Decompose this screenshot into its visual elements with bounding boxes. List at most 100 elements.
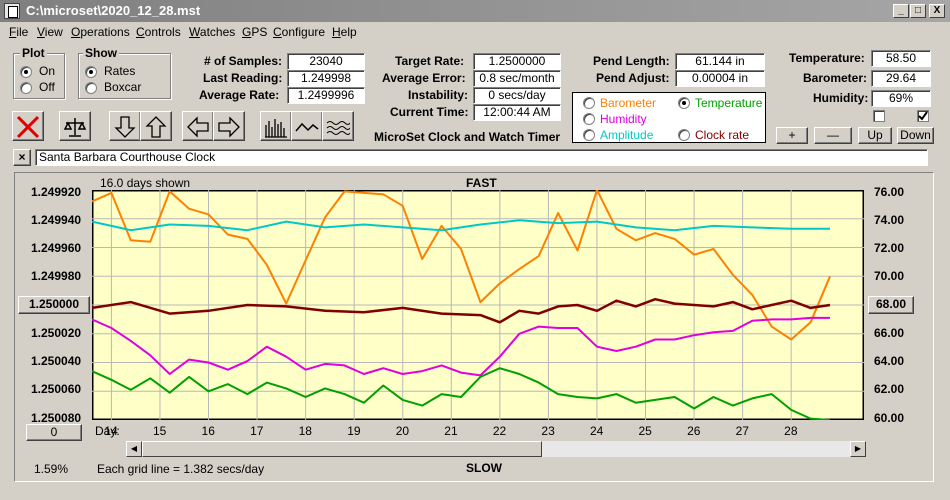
plot-group-title: Plot xyxy=(20,46,47,60)
barometer-option: Barometer xyxy=(600,96,657,110)
stop-button[interactable] xyxy=(12,111,44,141)
temperature-option: Temperature xyxy=(695,96,763,110)
menu-view[interactable]: View xyxy=(37,25,63,39)
checkbox-left[interactable] xyxy=(873,110,885,122)
right-tick-0: 76.00 xyxy=(874,185,905,199)
menu-gps[interactable]: GPS xyxy=(242,25,267,39)
right-tick-7: 62.00 xyxy=(874,382,905,396)
scroll-up-button[interactable] xyxy=(140,111,172,141)
plus-button[interactable]: + xyxy=(776,127,808,144)
maximize-button[interactable]: □ xyxy=(910,4,926,18)
menu-file[interactable]: File xyxy=(9,25,28,39)
horizontal-scrollbar[interactable]: ◀ ▶ xyxy=(126,441,866,457)
day-tick-26: 26 xyxy=(687,424,701,438)
day-tick-18: 18 xyxy=(298,424,312,438)
checkmark-icon xyxy=(918,111,928,121)
humidity-option: Humidity xyxy=(600,112,647,126)
temperature-radio[interactable] xyxy=(678,97,690,109)
menu-controls[interactable]: Controls xyxy=(136,25,181,39)
menu-watches[interactable]: Watches xyxy=(189,25,235,39)
zero-button[interactable]: 0 xyxy=(26,424,82,441)
left-tick-1: 1.249940 xyxy=(31,213,82,227)
scroll-right-arrow[interactable]: ▶ xyxy=(850,441,866,457)
last-reading-field: 1.249998 xyxy=(287,70,365,87)
left-tick-6: 1.250040 xyxy=(31,354,82,368)
current-time-label: Current Time: xyxy=(390,105,469,119)
left-tick-2: 1.249960 xyxy=(31,241,82,255)
percent-label: 1.59% xyxy=(34,462,69,476)
day-tick-22: 22 xyxy=(492,424,507,438)
day-tick-21: 21 xyxy=(444,424,458,438)
bar-graph-icon xyxy=(265,119,287,138)
clear-name-button[interactable]: × xyxy=(13,149,31,166)
pend-adjust-field[interactable]: 0.00004 in xyxy=(675,70,765,87)
target-rate-field[interactable]: 1.2500000 xyxy=(473,53,561,70)
day-tick-16: 16 xyxy=(201,424,215,438)
plot-on-label: On xyxy=(39,64,56,78)
plot-off-radio[interactable] xyxy=(20,82,32,94)
average-rate-label: Average Rate: xyxy=(199,88,280,102)
scroll-left-arrow[interactable]: ◀ xyxy=(126,441,142,457)
slow-label: SLOW xyxy=(466,461,502,475)
app-caption: MicroSet Clock and Watch Timer xyxy=(374,130,561,144)
day-tick-15: 15 xyxy=(152,424,167,438)
average-rate-field: 1.2499996 xyxy=(287,87,365,104)
day-tick-19: 19 xyxy=(347,424,361,438)
scale-icon xyxy=(63,118,87,137)
pend-length-label: Pend Length: xyxy=(593,54,670,68)
right-tick-2: 72.00 xyxy=(874,241,905,255)
title-bar: C:\microset\2020_12_28.mst _ □ X xyxy=(0,0,950,22)
minimize-button[interactable]: _ xyxy=(893,4,909,18)
scroll-left-button[interactable] xyxy=(182,111,214,141)
close-button[interactable]: X xyxy=(929,4,945,18)
plot-on-radio[interactable] xyxy=(20,66,32,78)
window-title: C:\microset\2020_12_28.mst xyxy=(26,3,201,18)
balance-button[interactable] xyxy=(59,111,91,141)
left-center-button[interactable]: 1.250000 xyxy=(18,296,90,314)
day-tick-28: 28 xyxy=(784,424,798,438)
pend-length-field[interactable]: 61.144 in xyxy=(675,53,765,70)
up-button[interactable]: Up xyxy=(858,127,892,144)
right-tick-1: 74.00 xyxy=(874,213,905,227)
menu-configure[interactable]: Configure xyxy=(273,25,325,39)
pend-adjust-label: Pend Adjust: xyxy=(596,71,670,85)
sensor-selector: Barometer Temperature Humidity Amplitude… xyxy=(572,92,766,143)
checkbox-right[interactable] xyxy=(917,110,929,122)
down-button[interactable]: Down xyxy=(897,127,934,144)
scroll-down-button[interactable] xyxy=(109,111,141,141)
bars-view-button[interactable] xyxy=(260,111,292,141)
scrollbar-thumb[interactable] xyxy=(142,441,542,457)
menu-operations[interactable]: Operations xyxy=(71,25,130,39)
app-icon[interactable] xyxy=(4,3,20,19)
clock-rate-radio[interactable] xyxy=(678,129,690,141)
average-error-field: 0.8 sec/month xyxy=(473,70,561,87)
show-boxcar-radio[interactable] xyxy=(85,82,97,94)
show-group-title: Show xyxy=(83,46,119,60)
humidity-label: Humidity: xyxy=(813,91,869,105)
right-tick-6: 64.00 xyxy=(874,354,905,368)
clock-name-input[interactable]: Santa Barbara Courthouse Clock xyxy=(35,149,928,166)
average-error-label: Average Error: xyxy=(382,71,466,85)
menu-help[interactable]: Help xyxy=(332,25,357,39)
menu-bar: File View Operations Controls Watches GP… xyxy=(0,22,950,42)
line-view-button[interactable] xyxy=(291,111,323,141)
fast-label: FAST xyxy=(466,176,497,190)
minus-button[interactable]: — xyxy=(814,127,852,144)
amplitude-radio[interactable] xyxy=(583,129,595,141)
left-tick-8: 1.250080 xyxy=(31,411,82,425)
right-center-button[interactable]: 68.00 xyxy=(868,296,914,314)
plot-off-label: Off xyxy=(39,80,55,94)
scroll-right-button[interactable] xyxy=(213,111,245,141)
right-tick-3: 70.00 xyxy=(874,269,905,283)
day-tick-27: 27 xyxy=(735,424,749,438)
barometer-radio[interactable] xyxy=(583,97,595,109)
humidity-radio[interactable] xyxy=(583,113,595,125)
day-tick-17: 17 xyxy=(250,424,264,438)
day-tick-23: 23 xyxy=(541,424,555,438)
wave-view-button[interactable] xyxy=(322,111,354,141)
show-rates-radio[interactable] xyxy=(85,66,97,78)
samples-field: 23040 xyxy=(287,53,365,70)
line-graph-icon xyxy=(295,122,319,132)
amplitude-option: Amplitude xyxy=(600,128,654,142)
chart-plot-area[interactable] xyxy=(92,190,864,420)
